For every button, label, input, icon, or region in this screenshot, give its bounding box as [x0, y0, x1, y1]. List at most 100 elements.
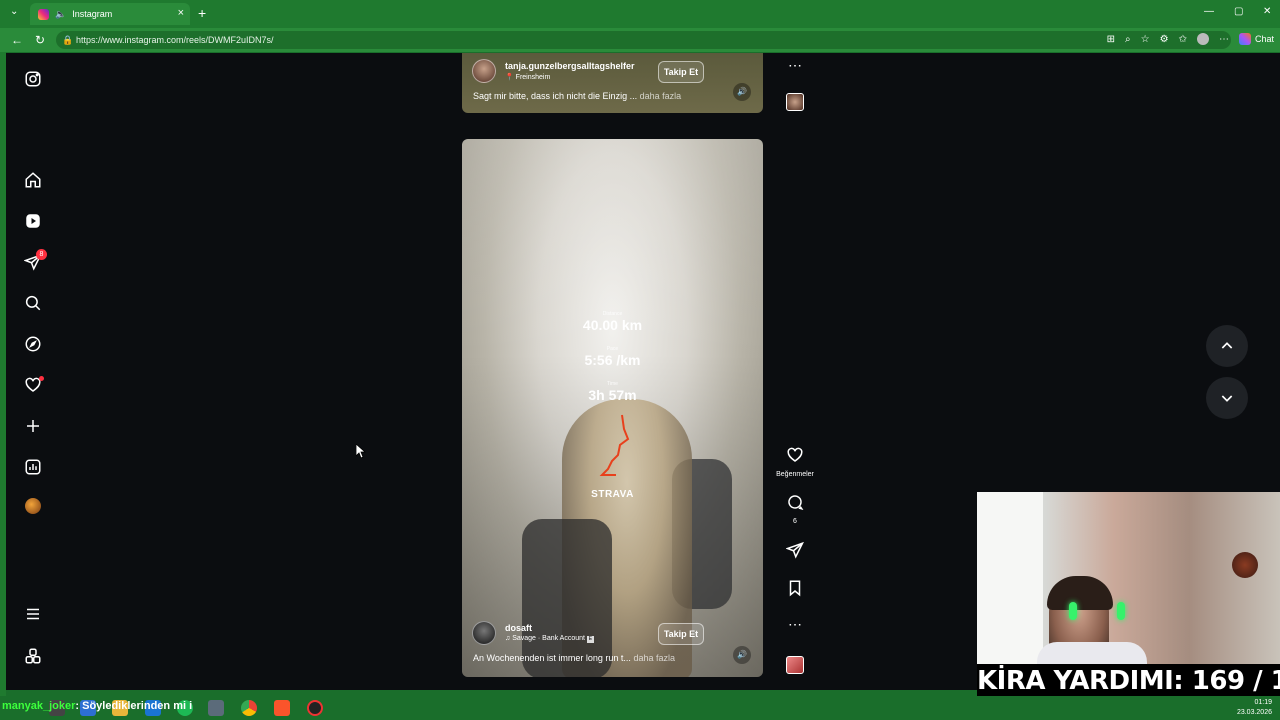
share-action[interactable]: [782, 541, 808, 564]
favorite-star-icon[interactable]: ☆: [1141, 34, 1150, 45]
webcam-window-background: [977, 492, 1043, 664]
ticker-message: : Söylediklerinden mi i: [75, 700, 193, 712]
tab-title: Instagram: [72, 9, 113, 19]
reel-current-username[interactable]: dosaft: [505, 623, 594, 633]
close-tab-icon[interactable]: ×: [178, 7, 184, 19]
reel-more-options-icon[interactable]: ⋯: [782, 616, 808, 633]
reel-current-more-link[interactable]: daha fazla: [633, 653, 675, 663]
favorites-icon[interactable]: ✩: [1179, 34, 1187, 45]
taskbar-brave-icon[interactable]: [274, 700, 290, 716]
music-note-icon: ♫: [505, 635, 511, 642]
minimize-button[interactable]: —: [1204, 6, 1214, 17]
reel-previous-more-link[interactable]: daha fazla: [640, 91, 682, 101]
dashboard-icon[interactable]: [23, 457, 43, 477]
taskbar: manyak_joker: Söylediklerinden mi i 01:1…: [0, 696, 1280, 720]
clock-time: 01:19: [1254, 699, 1272, 706]
strava-logo: STRAVA: [591, 489, 634, 500]
share-icon[interactable]: [785, 541, 804, 559]
heart-icon[interactable]: [786, 446, 804, 464]
reel-current-header: dosaft ♫ Savage · Bank Account E: [472, 621, 594, 645]
copilot-chat-button[interactable]: Chat: [1238, 33, 1274, 45]
reel-current-mute-icon[interactable]: 🔊: [733, 646, 751, 664]
notification-dot: [39, 376, 44, 381]
reel-current-caption-text: An Wochenenden ist immer long run t...: [473, 653, 631, 663]
more-menu-icon[interactable]: [23, 604, 43, 624]
messages-badge: 8: [36, 249, 47, 260]
search-icon[interactable]: [23, 293, 43, 313]
reel-previous-audio-thumb[interactable]: [786, 93, 804, 111]
reel-current-audio[interactable]: ♫ Savage · Bank Account E: [505, 635, 594, 643]
home-icon[interactable]: [23, 170, 43, 190]
profile-avatar[interactable]: [25, 498, 41, 514]
reel-current-audio-thumb[interactable]: [786, 656, 804, 674]
zoom-icon[interactable]: ⌕: [1125, 34, 1131, 45]
reel-current-avatar[interactable]: [472, 621, 496, 645]
address-bar-row: ← ↻ 🔒 https://www.instagram.com/reels/DW…: [0, 28, 1280, 52]
webcam-headset-left: [1069, 602, 1077, 620]
close-window-button[interactable]: ✕: [1263, 6, 1271, 17]
reel-previous-location[interactable]: 📍 Freinsheim: [505, 73, 635, 81]
reels-icon[interactable]: [23, 211, 43, 231]
bookmark-icon[interactable]: [786, 579, 804, 597]
back-button[interactable]: ←: [11, 33, 23, 47]
url-field[interactable]: 🔒 https://www.instagram.com/reels/DWMF2u…: [56, 31, 1231, 49]
system-clock[interactable]: 01:19 23.03.2026: [1237, 698, 1272, 718]
reel-previous-location-text: Freinsheim: [515, 74, 551, 81]
app-icon[interactable]: ⊞: [1107, 34, 1115, 45]
like-label: Beğenmeler: [776, 471, 814, 478]
strava-stat-pace: Pace 5:56 /km: [462, 346, 763, 368]
save-action[interactable]: [782, 579, 808, 602]
instagram-logo-icon[interactable]: [23, 69, 43, 89]
webcam-shirt: [1037, 642, 1147, 664]
strava-distance-label: Distance: [602, 311, 623, 317]
rent-goal-value: 169 / 170: [1191, 666, 1280, 696]
reel-previous-username[interactable]: tanja.gunzelbergsalltagshelfer: [505, 61, 635, 71]
tab-menu-chevron-icon[interactable]: ⌄: [10, 6, 18, 17]
reel-previous-header: tanja.gunzelbergsalltagshelfer 📍 Freinsh…: [472, 59, 635, 83]
lock-icon[interactable]: 🔒: [62, 31, 73, 49]
strava-stat-time: Time 3h 57m: [462, 381, 763, 403]
comment-count: 6: [793, 518, 797, 525]
taskbar-calculator-icon[interactable]: [208, 700, 224, 716]
comment-action[interactable]: 6: [782, 493, 808, 525]
taskbar-obs-icon[interactable]: [307, 700, 323, 716]
create-plus-icon[interactable]: [23, 416, 43, 436]
clock-date: 23.03.2026: [1236, 709, 1272, 716]
previous-reel-button[interactable]: [1206, 325, 1248, 367]
location-pin-icon: 📍: [505, 74, 514, 81]
reel-previous-mute-icon[interactable]: 🔊: [733, 83, 751, 101]
url-text: https://www.instagram.com/reels/DWMF2uID…: [76, 35, 274, 45]
reel-current[interactable]: Distance 40.00 km Pace 5:56 /km Time 3h …: [462, 139, 763, 677]
profile-avatar-icon[interactable]: [1196, 33, 1209, 45]
new-tab-button[interactable]: +: [198, 5, 206, 21]
speaker-icon[interactable]: 🔈: [55, 9, 66, 20]
strava-pace-value: 5:56 /km: [584, 352, 641, 368]
reel-previous-avatar[interactable]: [472, 59, 496, 83]
explore-compass-icon[interactable]: [23, 334, 43, 354]
reel-previous-caption-text: Sagt mir bitte, dass ich nicht die Einzi…: [473, 91, 638, 101]
webcam-hair: [1047, 576, 1113, 610]
instagram-favicon-icon: [38, 8, 49, 20]
reel-current-follow-button[interactable]: Takip Et: [658, 623, 704, 645]
chevron-up-icon: [1221, 342, 1233, 349]
chevron-down-icon: [1221, 395, 1233, 402]
strava-pace-label: Pace: [606, 346, 619, 352]
tab-instagram[interactable]: 🔈 Instagram ×: [30, 3, 190, 25]
comment-bubble-icon[interactable]: [786, 493, 804, 511]
reel-previous-more-options-icon[interactable]: ⋯: [782, 57, 808, 74]
maximize-button[interactable]: ▢: [1234, 6, 1243, 17]
rent-goal-banner: KİRA YARDIMI: 169 / 170: [977, 664, 1280, 698]
extensions-icon[interactable]: ⚙: [1160, 34, 1169, 45]
chat-ticker: manyak_joker: Söylediklerinden mi i: [2, 700, 192, 712]
next-reel-button[interactable]: [1206, 377, 1248, 419]
also-from-meta-icon[interactable]: [23, 646, 43, 666]
strava-stat-distance: Distance 40.00 km: [462, 311, 763, 333]
refresh-button[interactable]: ↻: [35, 33, 45, 47]
more-options-icon[interactable]: ⋯: [1219, 34, 1229, 45]
like-action[interactable]: Beğenmeler: [776, 446, 814, 478]
reel-previous-follow-button[interactable]: Takip Et: [658, 61, 704, 83]
taskbar-chrome-icon[interactable]: [241, 700, 257, 716]
reel-previous[interactable]: tanja.gunzelbergsalltagshelfer 📍 Freinsh…: [462, 53, 763, 113]
chat-label: Chat: [1254, 34, 1274, 44]
tab-bar: ⌄ 🔈 Instagram × + — ▢ ✕: [0, 0, 1280, 28]
